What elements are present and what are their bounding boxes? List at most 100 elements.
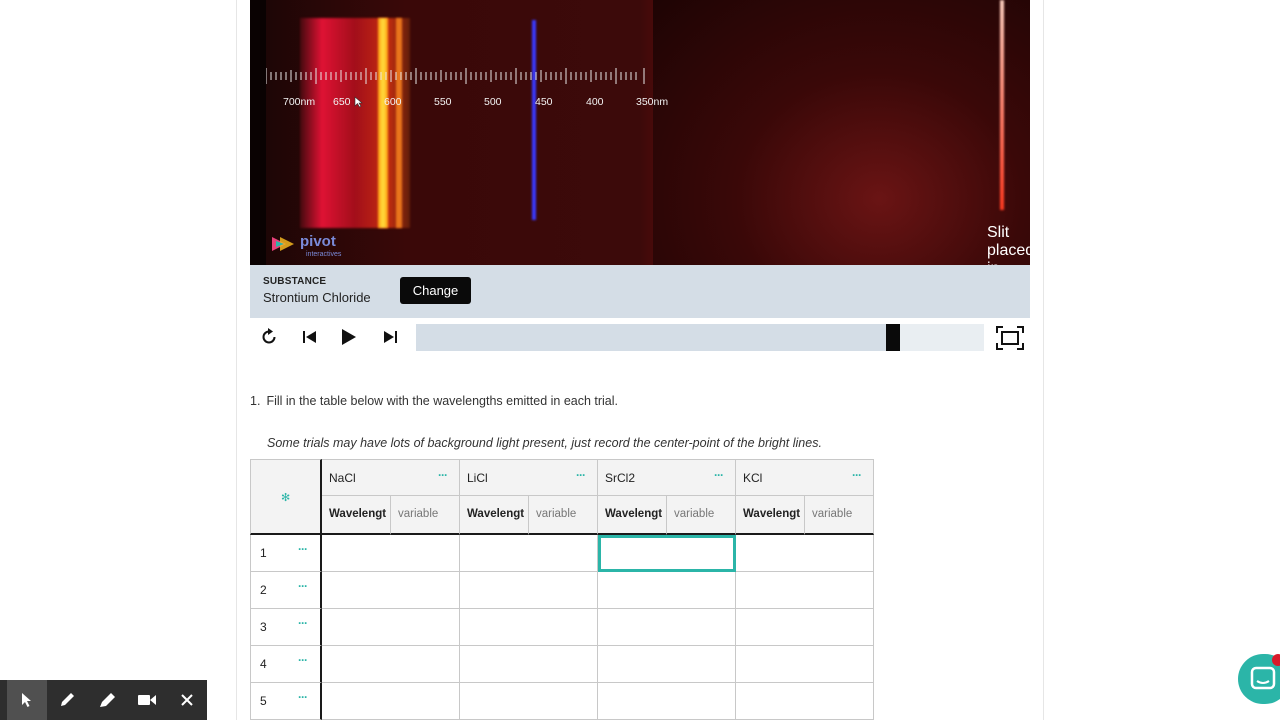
table-cell[interactable] [736, 535, 874, 572]
column-header-kcl[interactable]: KCl ··· [736, 459, 874, 496]
row-number: 1 [260, 546, 267, 560]
subheader-wavelength[interactable]: Wavelengt [460, 496, 529, 535]
scale-label: 700nm [283, 96, 316, 108]
table-cell[interactable] [322, 683, 460, 720]
pen-tool-button[interactable] [47, 680, 87, 720]
orange-emission-line [396, 18, 402, 228]
table-cell[interactable] [598, 683, 736, 720]
row-number: 5 [260, 694, 267, 708]
question-number: 1. [250, 394, 261, 408]
table-cell[interactable] [598, 609, 736, 646]
row-header[interactable]: 3 ··· [250, 609, 322, 646]
subheader-variable[interactable]: variable [529, 496, 598, 535]
table-cell[interactable] [322, 646, 460, 683]
subheader-wavelength[interactable]: Wavelengt [598, 496, 667, 535]
scale-label: 550 [434, 96, 452, 108]
gear-icon[interactable]: ✻ [281, 491, 290, 504]
fullscreen-button[interactable] [996, 325, 1024, 351]
table-cell[interactable] [598, 646, 736, 683]
question-note: Some trials may have lots of background … [267, 436, 822, 450]
logo-subtitle: interactives [306, 251, 342, 258]
table-cell[interactable] [598, 572, 736, 609]
skip-back-button[interactable] [299, 326, 321, 348]
change-substance-button[interactable]: Change [400, 277, 471, 304]
progress-fill [416, 324, 894, 351]
row-menu-icon[interactable]: ··· [298, 653, 308, 667]
video-camera-icon [138, 695, 156, 705]
subheader-variable[interactable]: variable [805, 496, 874, 535]
skip-forward-button[interactable] [379, 326, 401, 348]
highlighter-icon [100, 693, 115, 707]
scale-label: 650 [333, 96, 351, 108]
column-menu-icon[interactable]: ··· [714, 468, 724, 482]
row-header[interactable]: 5 ··· [250, 683, 322, 720]
play-button[interactable] [337, 326, 359, 348]
fullscreen-icon [996, 326, 1024, 350]
table-cell[interactable] [736, 572, 874, 609]
progress-thumb[interactable] [886, 324, 901, 351]
table-cell[interactable] [322, 572, 460, 609]
column-name: LiCl [467, 471, 488, 485]
annotation-toolbar [0, 680, 207, 720]
table-cell[interactable] [460, 609, 598, 646]
scale-label: 350nm [636, 96, 669, 108]
column-menu-icon[interactable]: ··· [438, 468, 448, 482]
logo-word: pivot [300, 233, 336, 250]
row-number: 2 [260, 583, 267, 597]
substance-bar: SUBSTANCE Strontium Chloride Change [250, 265, 1030, 318]
row-header[interactable]: 1 ··· [250, 535, 322, 572]
skip-back-icon [303, 331, 316, 343]
wavelength-table: ✻ NaCl ··· LiCl ··· SrCl2 ··· KCl ··· Wa… [250, 459, 876, 720]
column-menu-icon[interactable]: ··· [852, 468, 862, 482]
table-cell[interactable] [460, 535, 598, 572]
table-cell[interactable] [460, 683, 598, 720]
table-cell[interactable] [460, 646, 598, 683]
wavelength-scale-ticks [266, 68, 645, 84]
table-cell[interactable] [322, 609, 460, 646]
row-header[interactable]: 4 ··· [250, 646, 322, 683]
subheader-wavelength[interactable]: Wavelengt [736, 496, 805, 535]
replay-button[interactable] [258, 326, 280, 348]
red-emission-band [300, 18, 410, 228]
row-menu-icon[interactable]: ··· [298, 542, 308, 556]
scale-label: 500 [484, 96, 502, 108]
column-menu-icon[interactable]: ··· [576, 468, 586, 482]
yellow-emission-line [378, 18, 388, 228]
pen-icon [61, 693, 74, 706]
pointer-tool-button[interactable] [7, 680, 47, 720]
row-number: 4 [260, 657, 267, 671]
table-cell[interactable] [736, 609, 874, 646]
highlighter-tool-button[interactable] [87, 680, 127, 720]
pivot-logo-icon [272, 237, 294, 251]
row-menu-icon[interactable]: ··· [298, 616, 308, 630]
video-tool-button[interactable] [127, 680, 167, 720]
blue-emission-line [532, 20, 536, 220]
row-header[interactable]: 2 ··· [250, 572, 322, 609]
play-icon [342, 329, 356, 345]
table-cell[interactable] [736, 683, 874, 720]
subheader-variable[interactable]: variable [391, 496, 460, 535]
video-caption: Slit placed in front of flame [987, 224, 1030, 265]
column-name: SrCl2 [605, 471, 636, 485]
subheader-wavelength[interactable]: Wavelengt [322, 496, 391, 535]
close-toolbar-button[interactable] [167, 680, 207, 720]
column-header-nacl[interactable]: NaCl ··· [322, 459, 460, 496]
table-cell[interactable] [322, 535, 460, 572]
column-header-srcl2[interactable]: SrCl2 ··· [598, 459, 736, 496]
column-header-licl[interactable]: LiCl ··· [460, 459, 598, 496]
close-icon [181, 694, 193, 706]
table-corner[interactable]: ✻ [250, 459, 322, 535]
spectrum-video[interactable]: Slit placed in front of flame [250, 0, 1030, 265]
flame-slit-line [1000, 0, 1004, 210]
table-cell[interactable] [736, 646, 874, 683]
subheader-variable[interactable]: variable [667, 496, 736, 535]
substance-label: SUBSTANCE [263, 276, 327, 287]
row-number: 3 [260, 620, 267, 634]
question-text: Fill in the table below with the wavelen… [266, 394, 619, 408]
video-edge [250, 0, 266, 265]
row-menu-icon[interactable]: ··· [298, 579, 308, 593]
table-cell[interactable] [460, 572, 598, 609]
row-menu-icon[interactable]: ··· [298, 690, 308, 704]
table-cell-selected[interactable] [598, 535, 736, 572]
video-progress-bar[interactable] [416, 324, 984, 351]
